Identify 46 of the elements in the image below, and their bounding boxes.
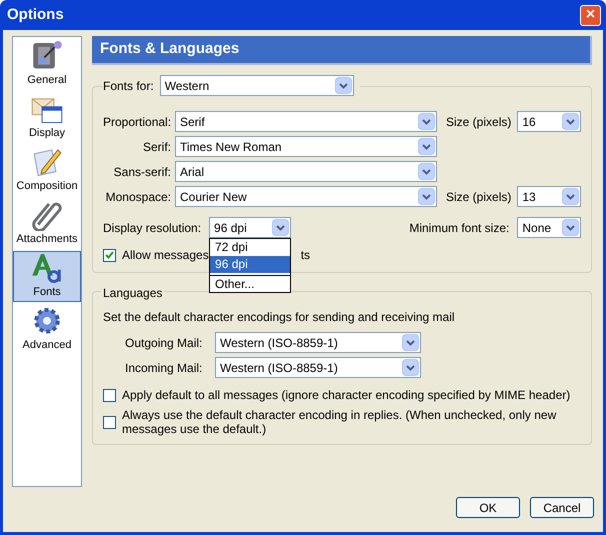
- sidebar-item[interactable]: Composition: [13, 145, 81, 196]
- dialog-button[interactable]: OK: [456, 497, 520, 518]
- page-header: Fonts & Languages: [92, 36, 592, 65]
- dropdown[interactable]: None: [517, 217, 582, 238]
- checkbox-label: Allow messages: [122, 247, 209, 264]
- field-label: Serif:: [142, 138, 171, 156]
- field-label: Monospace:: [104, 188, 171, 206]
- dialog-button[interactable]: Cancel: [530, 497, 594, 518]
- dropdown-option[interactable]: Other...: [210, 275, 290, 292]
- checkbox[interactable]: [103, 388, 116, 402]
- sidebar-item[interactable]: Advanced: [13, 304, 81, 355]
- dropdown[interactable]: 13: [517, 186, 582, 207]
- display-resolution-label: Display resolution:: [103, 220, 202, 236]
- sidebar-item[interactable]: General: [13, 39, 81, 90]
- dropdown[interactable]: Western (ISO-8859-1): [215, 357, 421, 378]
- dropdown[interactable]: Arial: [175, 161, 437, 182]
- dropdown[interactable]: Times New Roman: [175, 136, 437, 157]
- checkbox[interactable]: [103, 416, 116, 428]
- field-label: Incoming Mail:: [125, 360, 204, 376]
- size-label: Size (pixels): [446, 114, 512, 130]
- sidebar-item[interactable]: Attachments: [13, 198, 81, 249]
- dropdown-option[interactable]: 72 dpi: [210, 239, 290, 256]
- size-label: Size (pixels): [446, 188, 512, 206]
- dropdown[interactable]: 16: [517, 111, 582, 132]
- fonts-icon: [30, 252, 64, 284]
- close-button[interactable]: ×: [580, 4, 601, 26]
- checkbox[interactable]: [103, 248, 116, 262]
- dropdown-option[interactable]: 96 dpi: [210, 256, 290, 273]
- dropdown[interactable]: Courier New: [175, 186, 437, 207]
- dropdown[interactable]: Western (ISO-8859-1): [215, 332, 421, 353]
- sidebar-item[interactable]: Fonts: [13, 251, 81, 302]
- checkbox-label: Apply default to all messages (ignore character encoding specified by MIME header): [122, 388, 570, 402]
- checkbox-label: ts: [300, 247, 310, 264]
- fonts-for-label: Fonts for:: [103, 78, 154, 94]
- switch-icon: [30, 40, 64, 72]
- checkbox-label: Always use the default character encoding in replies. (When unchecked, only new messages use the default.): [122, 408, 558, 436]
- dropdown[interactable]: Western: [160, 75, 354, 96]
- sidebar-item[interactable]: Display: [13, 92, 81, 143]
- window-title: Options: [7, 4, 64, 25]
- dropdown[interactable]: Serif: [175, 111, 437, 132]
- description-text: Set the default character encodings for sending and receiving mail: [103, 309, 456, 326]
- minimum-font-size-label: Minimum font size:: [409, 220, 510, 236]
- field-label: Proportional:: [103, 114, 171, 130]
- field-label: Sans-serif:: [112, 164, 171, 180]
- field-label: Outgoing Mail:: [125, 334, 204, 352]
- dropdown[interactable]: 96 dpi: [209, 217, 292, 238]
